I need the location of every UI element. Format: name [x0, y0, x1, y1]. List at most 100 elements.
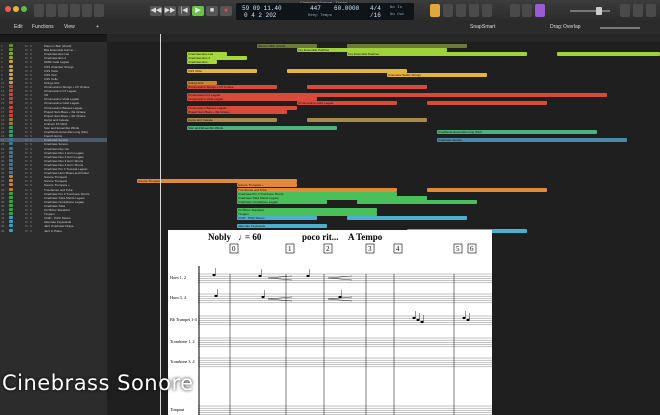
- zoom-slider[interactable]: [600, 27, 640, 29]
- metronome-button[interactable]: [443, 4, 453, 17]
- rehearsal-mark: 1: [288, 245, 292, 253]
- region[interactable]: Cinebrass Sonore: [437, 138, 627, 143]
- region[interactable]: Cinebrass Ens: [187, 60, 217, 65]
- browsers-button[interactable]: [646, 4, 656, 17]
- lcd-bars: 0 4 2 202: [244, 12, 277, 19]
- list-editors-button[interactable]: [620, 4, 630, 17]
- region[interactable]: Alternate Keyboards: [237, 224, 327, 229]
- master-volume-slider[interactable]: [570, 7, 610, 15]
- snap-select[interactable]: Smart: [482, 24, 495, 30]
- add-track-button[interactable]: +: [96, 24, 99, 30]
- solo-track-button[interactable]: S: [30, 229, 32, 233]
- lcd-signature: 4/4: [370, 5, 381, 12]
- edit-menu[interactable]: Edit: [14, 24, 23, 30]
- region[interactable]: Chronossimo Strings + FX Octave: [187, 85, 277, 89]
- staff-label: Horn 1, 2: [170, 275, 186, 281]
- region[interactable]: Cinebrass Pro 4 Trombone Shorts: [237, 191, 397, 196]
- instrument-icon: [9, 199, 13, 203]
- region[interactable]: Project Sam Bass + XE Octave: [187, 109, 287, 114]
- smart-tempo-button[interactable]: [535, 4, 545, 17]
- lcd-display[interactable]: 59 09 11.40 0 4 2 202 447 Keep Tempo 60.…: [236, 3, 414, 20]
- instrument-icon: [9, 162, 13, 166]
- instrument-icon: [9, 146, 13, 150]
- region[interactable]: Harps and Celeste: [187, 117, 277, 122]
- instrument-icon: [9, 142, 13, 146]
- play-button[interactable]: ▶: [192, 6, 204, 16]
- cycle-button[interactable]: [430, 4, 440, 17]
- staff-label: Horn 3, 4: [170, 295, 187, 301]
- view-menu[interactable]: View: [64, 24, 75, 30]
- instrument-icon: [9, 208, 13, 211]
- instrument-icon: [9, 150, 13, 154]
- zoom-window-button[interactable]: [21, 6, 27, 12]
- autopunch-button[interactable]: [482, 4, 492, 17]
- region[interactable]: Cinematic Studio Strings: [387, 72, 487, 77]
- functions-menu[interactable]: Functions: [32, 24, 54, 30]
- region[interactable]: [427, 187, 547, 192]
- instrument-icon: [9, 126, 13, 129]
- instrument-icon: [9, 138, 13, 142]
- replace-button[interactable]: [469, 4, 479, 17]
- region[interactable]: [307, 85, 427, 89]
- rehearsal-mark: 5: [456, 245, 460, 253]
- close-window-button[interactable]: [5, 6, 11, 12]
- help-button[interactable]: [58, 4, 68, 17]
- go-to-start-button[interactable]: |◀: [178, 6, 190, 16]
- notes-button[interactable]: [633, 4, 643, 17]
- rewind-button[interactable]: ◀◀: [150, 6, 162, 16]
- note-head: [214, 294, 218, 298]
- region[interactable]: Chronossimo Basses Legato: [187, 105, 297, 110]
- lcd-position: 59 09 11.40: [242, 5, 282, 12]
- volume-knob[interactable]: [596, 7, 602, 15]
- solo-button[interactable]: [510, 4, 520, 17]
- lcd-key: /16: [370, 12, 381, 19]
- note-head: [462, 316, 466, 320]
- inspector-button[interactable]: [46, 4, 56, 17]
- instrument-icon: [9, 68, 13, 72]
- staff-label: Bb Trumpet 1-4: [170, 317, 198, 322]
- region[interactable]: Cinebrass Contrabone Legato: [237, 199, 327, 204]
- smart-controls-button[interactable]: [82, 4, 92, 17]
- mixer-button[interactable]: [94, 4, 104, 17]
- region[interactable]: [347, 216, 467, 221]
- instrument-icon: [9, 212, 13, 216]
- staff-label: Trombone 3, 4: [170, 359, 196, 365]
- region[interactable]: Trombones and Tuba: [237, 187, 397, 192]
- region[interactable]: Chronossimo Cello Legato: [297, 101, 397, 106]
- instrument-icon: [9, 48, 13, 52]
- lcd-no-out: No Out: [390, 13, 405, 17]
- region[interactable]: [307, 117, 427, 122]
- mute-button[interactable]: M: [25, 229, 28, 233]
- rehearsal-mark: 6: [470, 245, 474, 253]
- region[interactable]: Key Ensemble Patches: [347, 52, 527, 57]
- minimize-window-button[interactable]: [13, 6, 19, 12]
- library-button[interactable]: [34, 4, 44, 17]
- region[interactable]: [427, 101, 547, 106]
- low-latency-button[interactable]: [522, 4, 532, 17]
- score-overlay: Nobly ♩ = 60 poco rit... A Tempo 0123456…: [168, 230, 492, 415]
- playhead[interactable]: [160, 34, 161, 415]
- instrument-icon: [9, 80, 13, 84]
- region[interactable]: [287, 68, 407, 73]
- instrument-icon: [9, 183, 13, 187]
- region[interactable]: Solo and Ensemble Winds: [187, 126, 337, 130]
- instrument-icon: [9, 130, 13, 134]
- toolbar-button[interactable]: [70, 4, 80, 17]
- lcd-tempo-sub: 60.0000: [334, 5, 360, 12]
- record-button[interactable]: ●: [220, 6, 232, 16]
- region[interactable]: [557, 52, 660, 57]
- lcd-no-in: No In: [390, 6, 403, 10]
- region[interactable]: Sonore Trumpets +: [237, 183, 297, 188]
- instrument-icon: [9, 134, 13, 138]
- region[interactable]: CSS Viola: [187, 68, 257, 73]
- region[interactable]: Ch4P - Pitch Stereo: [237, 216, 317, 221]
- instrument-icon: [9, 191, 13, 195]
- drag-select[interactable]: Overlap: [563, 24, 581, 30]
- note-head: [258, 274, 262, 278]
- region[interactable]: [357, 199, 477, 204]
- count-in-button[interactable]: [456, 4, 466, 17]
- region[interactable]: CineWinds Ensemble Long (Mul): [437, 130, 597, 135]
- stop-button[interactable]: ■: [206, 6, 218, 16]
- track-row[interactable]: 46 M S Jazz in Piano: [0, 228, 107, 233]
- forward-button[interactable]: ▶▶: [164, 6, 176, 16]
